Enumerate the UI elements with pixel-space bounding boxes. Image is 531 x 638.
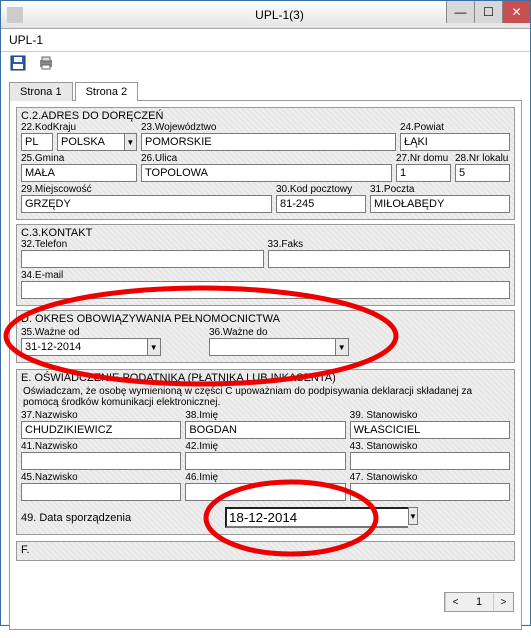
field-27-nrdomu[interactable] (396, 164, 451, 182)
field-45-nazwisko[interactable] (21, 483, 181, 501)
app-window: UPL-1(3) — ☐ ✕ UPL-1 Strona 1 Strona 2 C… (0, 0, 531, 626)
field-22-kodkraju[interactable] (21, 133, 53, 151)
section-e: E. OŚWIADCZENIE PODATNIKA (PŁATNIKA LUB … (16, 369, 515, 535)
chevron-down-icon[interactable]: ▼ (124, 133, 137, 151)
section-d-title: D. OKRES OBOWIĄZYWANIA PEŁNOMOCNICTWA (21, 313, 510, 325)
close-button[interactable]: ✕ (502, 1, 530, 23)
field-36-waznedo[interactable] (209, 338, 335, 356)
minimize-button[interactable]: — (446, 1, 474, 23)
field-35-wazneod[interactable] (21, 338, 147, 356)
maximize-button[interactable]: ☐ (474, 1, 502, 23)
toolbar (1, 52, 530, 78)
section-c2-title: C.2.ADRES DO DORĘCZEŃ (21, 110, 510, 122)
field-42-imie[interactable] (185, 452, 345, 470)
pager-page: 1 (465, 593, 493, 611)
field-23-wojewodztwo[interactable] (141, 133, 396, 151)
field-28-nrlokalu[interactable] (455, 164, 510, 182)
section-e-desc: Oświadczam, że osobę wymienioną w części… (21, 386, 510, 410)
chevron-down-icon[interactable]: ▼ (147, 338, 161, 356)
field-34-email[interactable] (21, 281, 510, 299)
tab-page1[interactable]: Strona 1 (9, 82, 73, 101)
field-30-kodpocztowy[interactable] (276, 195, 366, 213)
field-32-telefon[interactable] (21, 250, 264, 268)
field-46-imie[interactable] (185, 483, 345, 501)
section-d: D. OKRES OBOWIĄZYWANIA PEŁNOMOCNICTWA 35… (16, 310, 515, 363)
label-49: 49. Data sporządzenia (21, 512, 221, 524)
chevron-down-icon[interactable]: ▼ (335, 338, 349, 356)
field-24-powiat[interactable] (400, 133, 510, 151)
pager: < 1 > (444, 592, 514, 612)
tab-panel: C.2.ADRES DO DORĘCZEŃ 22.KodKraju ▼ 23.W… (9, 100, 522, 630)
field-49-data[interactable] (225, 507, 408, 528)
print-icon[interactable] (37, 54, 55, 72)
pager-prev[interactable]: < (445, 593, 465, 611)
pager-next[interactable]: > (493, 593, 513, 611)
field-26-ulica[interactable] (141, 164, 392, 182)
field-41-nazwisko[interactable] (21, 452, 181, 470)
section-c2: C.2.ADRES DO DORĘCZEŃ 22.KodKraju ▼ 23.W… (16, 107, 515, 220)
app-icon (7, 7, 23, 23)
section-f: F. (16, 541, 515, 561)
field-29-miejscowosc[interactable] (21, 195, 272, 213)
section-c3: C.3.KONTAKT 32.Telefon 33.Faks 34.E-mail (16, 224, 515, 306)
field-25-gmina[interactable] (21, 164, 137, 182)
save-icon[interactable] (9, 54, 27, 72)
field-43-stanowisko[interactable] (350, 452, 510, 470)
field-31-poczta[interactable] (370, 195, 510, 213)
field-22-kraj[interactable] (57, 133, 124, 151)
field-38-imie[interactable] (185, 421, 345, 439)
titlebar: UPL-1(3) — ☐ ✕ (1, 1, 530, 29)
field-47-stanowisko[interactable] (350, 483, 510, 501)
section-f-title: F. (21, 544, 510, 556)
field-37-nazwisko[interactable] (21, 421, 181, 439)
tabs: Strona 1 Strona 2 (9, 82, 522, 101)
chevron-down-icon[interactable]: ▼ (408, 507, 418, 525)
field-39-stanowisko[interactable] (350, 421, 510, 439)
content-area: Strona 1 Strona 2 C.2.ADRES DO DORĘCZEŃ … (1, 78, 530, 624)
section-e-title: E. OŚWIADCZENIE PODATNIKA (PŁATNIKA LUB … (21, 372, 510, 384)
form-name-label: UPL-1 (1, 29, 530, 52)
field-33-faks[interactable] (268, 250, 511, 268)
section-c3-title: C.3.KONTAKT (21, 227, 510, 239)
tab-page2[interactable]: Strona 2 (75, 82, 139, 101)
